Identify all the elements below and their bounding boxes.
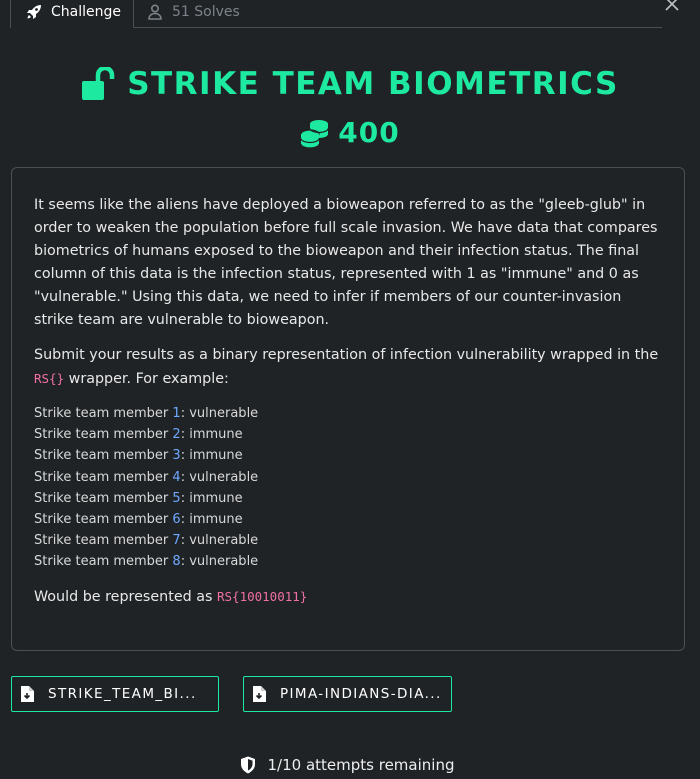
challenge-description: It seems like the aliens have deployed a… xyxy=(11,167,685,651)
file-name: PIMA-INDIANS-DIA... xyxy=(280,686,442,702)
download-file-button[interactable]: STRIKE_TEAM_BI... xyxy=(11,676,219,712)
instructions-text-end: wrapper. For example: xyxy=(64,371,229,387)
unlock-icon xyxy=(82,67,115,100)
coins-icon xyxy=(300,119,329,148)
download-file-button[interactable]: PIMA-INDIANS-DIA... xyxy=(243,676,452,712)
member-number: 7 xyxy=(172,533,181,549)
member-number: 3 xyxy=(172,448,181,464)
member-number: 8 xyxy=(172,554,181,570)
list-item: Strike team member 4: vulnerable xyxy=(34,469,259,485)
challenge-header: STRIKE TEAM BIOMETRICS xyxy=(0,66,700,102)
challenge-title: STRIKE TEAM BIOMETRICS xyxy=(127,66,619,102)
file-download-icon xyxy=(20,686,34,702)
member-prefix: Strike team member xyxy=(34,448,173,464)
close-icon[interactable] xyxy=(662,0,682,14)
tab-challenge-label: Challenge xyxy=(51,4,121,20)
shield-icon xyxy=(240,756,255,774)
member-prefix: Strike team member xyxy=(34,554,173,570)
tab-solves[interactable]: 51 Solves xyxy=(146,0,240,28)
member-status: vulnerable xyxy=(189,533,259,549)
member-number: 2 xyxy=(172,427,181,443)
list-item: Strike team member 2: immune xyxy=(34,427,243,443)
member-number: 1 xyxy=(172,406,181,421)
member-prefix: Strike team member xyxy=(34,490,173,506)
rocket-icon xyxy=(25,3,43,21)
member-list: Strike team member 1: vulnerable Strike … xyxy=(34,403,662,573)
description-paragraph: It seems like the aliens have deployed a… xyxy=(34,197,658,328)
member-status: vulnerable xyxy=(189,554,259,570)
tab-bar: Challenge 51 Solves xyxy=(0,0,700,30)
list-item: Strike team member 5: immune xyxy=(34,490,243,506)
member-status: immune xyxy=(189,448,243,464)
points-value: 400 xyxy=(338,116,400,149)
member-status: immune xyxy=(189,512,243,528)
list-item: Strike team member 3: immune xyxy=(34,448,243,464)
example-result: Would be represented as RS{10010011} xyxy=(34,585,662,609)
member-prefix: Strike team member xyxy=(34,406,173,421)
member-number: 4 xyxy=(172,469,181,485)
member-status: vulnerable xyxy=(189,469,259,485)
member-status: immune xyxy=(189,427,243,443)
member-prefix: Strike team member xyxy=(34,512,173,528)
member-number: 6 xyxy=(172,512,181,528)
member-number: 5 xyxy=(172,490,181,506)
example-flag-code: RS{10010011} xyxy=(217,588,308,604)
member-prefix: Strike team member xyxy=(34,469,173,485)
attempts-remaining: 1/10 attempts remaining xyxy=(0,756,700,774)
tab-solves-label: 51 Solves xyxy=(172,4,240,20)
list-item: Strike team member 6: immune xyxy=(34,512,243,528)
member-prefix: Strike team member xyxy=(34,533,173,549)
attempts-text: 1/10 attempts remaining xyxy=(267,756,455,774)
submission-instructions: Submit your results as a binary represen… xyxy=(34,344,662,391)
flag-format-code: RS{} xyxy=(34,371,65,386)
member-prefix: Strike team member xyxy=(34,427,173,443)
list-item: Strike team member 7: vulnerable xyxy=(34,533,259,549)
challenge-points: 400 xyxy=(0,116,700,149)
member-status: immune xyxy=(189,490,243,506)
list-item: Strike team member 8: vulnerable xyxy=(34,554,259,570)
result-text: Would be represented as xyxy=(34,588,217,605)
file-download-icon xyxy=(252,686,266,702)
instructions-text: Submit your results as a binary represen… xyxy=(34,347,659,363)
user-icon xyxy=(146,3,164,21)
list-item: Strike team member 1: vulnerable xyxy=(34,406,259,421)
tab-challenge[interactable]: Challenge xyxy=(10,0,134,28)
member-status: vulnerable xyxy=(189,406,259,421)
file-name: STRIKE_TEAM_BI... xyxy=(48,686,197,702)
